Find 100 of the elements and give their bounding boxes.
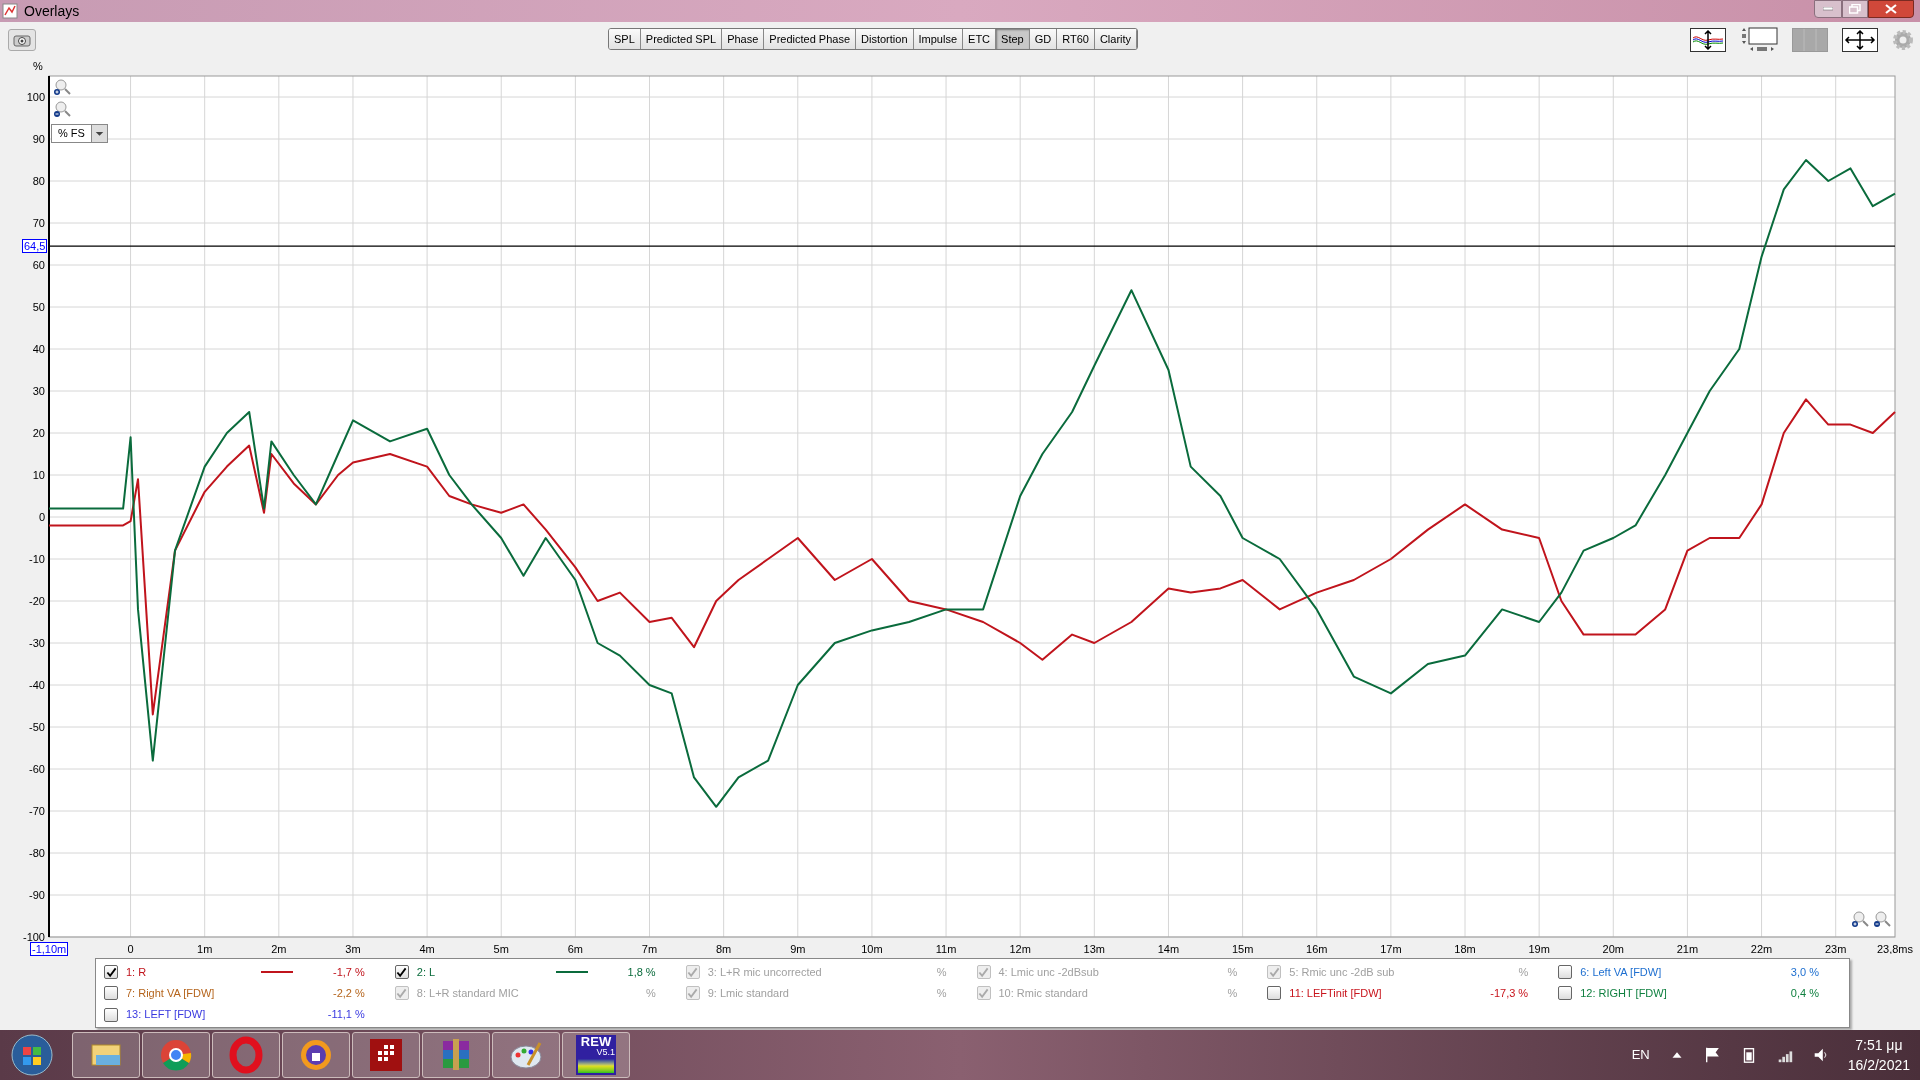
y-tick-label: 70: [32, 217, 45, 229]
flag-icon[interactable]: [1703, 1046, 1722, 1064]
trace-value: %: [1518, 964, 1529, 980]
x-tick-label: 23m: [1825, 943, 1847, 954]
y-tick-label: -100: [22, 931, 45, 943]
minimize-button[interactable]: [1814, 0, 1842, 18]
cursor-line[interactable]: [48, 245, 1896, 247]
trace-value: 1,8 %: [627, 964, 656, 980]
trace-value: 3,0 %: [1790, 964, 1819, 980]
zoom-out-icon[interactable]: [54, 101, 71, 117]
cursor-value: 64,5: [22, 239, 48, 254]
trace-label: 5: Rmic unc -2dB sub: [1289, 964, 1395, 980]
close-button[interactable]: [1868, 0, 1914, 18]
y-tick-label: 50: [32, 301, 45, 313]
view-tab[interactable]: Step: [996, 29, 1030, 49]
trace-value: -17,3 %: [1490, 986, 1529, 1002]
x-tick-label: 3m: [345, 943, 361, 954]
x-tick-label: 21m: [1676, 943, 1699, 954]
taskbar-app-button[interactable]: [72, 1032, 140, 1078]
x-tick-label: 9m: [790, 943, 806, 954]
trace-label: 4: Lmic unc -2dBsub: [998, 964, 1099, 980]
view-tab[interactable]: Predicted SPL: [640, 29, 723, 49]
checkbox[interactable]: [1558, 986, 1573, 1001]
y-tick-label: 0: [38, 511, 45, 523]
vertical-offset-button[interactable]: [1690, 28, 1726, 52]
start-button[interactable]: [10, 1033, 54, 1077]
view-tab[interactable]: Clarity: [1094, 29, 1138, 49]
zoom-in-icon[interactable]: [1852, 911, 1869, 927]
taskbar-app-button[interactable]: [422, 1032, 490, 1078]
y-tick-label: -90: [29, 889, 45, 901]
unit-dropdown[interactable]: % FS: [51, 124, 108, 143]
clock-time[interactable]: 7:51 μμ: [1855, 1035, 1903, 1055]
y-tick-label: 60: [32, 259, 45, 271]
y-tick-label: 90: [32, 133, 45, 145]
curves-offset-icon: [1692, 30, 1724, 50]
trace-label: 7: Right VA [FDW]: [126, 986, 215, 1002]
trace-label: 12: RIGHT [FDW]: [1580, 986, 1667, 1002]
view-tab[interactable]: Impulse: [913, 29, 964, 49]
clock-date[interactable]: 16/2/2021: [1847, 1055, 1910, 1075]
y-tick-label: 20: [32, 427, 45, 439]
x-tick-label: 12m: [1009, 943, 1031, 954]
taskbar-app-button[interactable]: [352, 1032, 420, 1078]
rew-app-icon: REW V5.1: [576, 1035, 616, 1075]
y-tick-label: 10: [32, 469, 45, 481]
x-tick-label: 8m: [716, 943, 732, 954]
x-tick-label: 20m: [1602, 943, 1624, 954]
trace-label: 10: Rmic standard: [998, 986, 1088, 1002]
x-tick-label: 1m: [197, 943, 213, 954]
y-tick-label: 80: [32, 175, 45, 187]
view-tab[interactable]: Phase: [722, 29, 765, 49]
maximize-button[interactable]: [1842, 0, 1868, 18]
trace-value: %: [936, 986, 947, 1002]
y-axis-unit: %: [33, 60, 43, 72]
trace-value: %: [1227, 986, 1238, 1002]
x-tick-label: 6m: [567, 943, 583, 954]
trace-label: 3: L+R mic uncorrected: [707, 964, 822, 980]
zoom-out-icon[interactable]: [1874, 911, 1891, 927]
trace-value: %: [645, 986, 656, 1002]
view-tab[interactable]: ETC: [963, 29, 997, 49]
trace-label: 9: Lmic standard: [707, 986, 789, 1002]
checkbox[interactable]: [1267, 986, 1282, 1001]
camera-button[interactable]: [8, 29, 36, 51]
trace-value: -11,1 %: [327, 1007, 365, 1023]
language-indicator[interactable]: EN: [1631, 1045, 1650, 1065]
close-icon: [1885, 4, 1897, 14]
view-tab[interactable]: GD: [1029, 29, 1058, 49]
x-tick-label: 10m: [861, 943, 883, 954]
x-tick-label: 13m: [1083, 943, 1106, 954]
view-tab[interactable]: Predicted Phase: [764, 29, 857, 49]
checkbox[interactable]: [104, 986, 118, 1001]
zoom-in-icon[interactable]: [54, 79, 71, 95]
view-tab[interactable]: SPL: [609, 29, 641, 49]
x-tick-label: 18m: [1454, 943, 1476, 954]
taskbar-app-button[interactable]: [142, 1032, 210, 1078]
checkbox[interactable]: [1558, 965, 1573, 979]
taskbar-app-button[interactable]: [282, 1032, 350, 1078]
pan-button[interactable]: [1842, 28, 1878, 52]
view-tab[interactable]: RT60: [1057, 29, 1095, 49]
view-tab[interactable]: Distortion: [856, 29, 914, 49]
checkbox[interactable]: [394, 965, 409, 979]
trace-label: 11: LEFTinit [FDW]: [1289, 986, 1382, 1002]
window-title: Overlays: [24, 1, 80, 21]
x-tick-label: 5m: [493, 943, 509, 954]
checkbox[interactable]: [104, 1007, 118, 1022]
checkbox[interactable]: [104, 965, 118, 979]
x-tick-label: 7m: [641, 943, 658, 954]
trace-value: -2,2 %: [333, 986, 365, 1002]
y-tick-label: 30: [32, 385, 45, 397]
trace-value: 0,4 %: [1790, 986, 1819, 1002]
y-tick-label: -10: [29, 553, 45, 565]
limits-icon[interactable]: [1740, 27, 1778, 53]
y-tick-label: 40: [32, 343, 45, 355]
x-tick-label: 11m: [935, 943, 957, 954]
x-tick-label: 4m: [419, 943, 435, 954]
restore-icon: [1849, 4, 1861, 14]
taskbar-app-button[interactable]: REW V5.1: [562, 1032, 630, 1078]
y-tick-label: -80: [29, 847, 45, 859]
x-tick-label: 14m: [1157, 943, 1180, 954]
trace-value: %: [1227, 964, 1238, 980]
taskbar-app-button[interactable]: [492, 1032, 560, 1078]
